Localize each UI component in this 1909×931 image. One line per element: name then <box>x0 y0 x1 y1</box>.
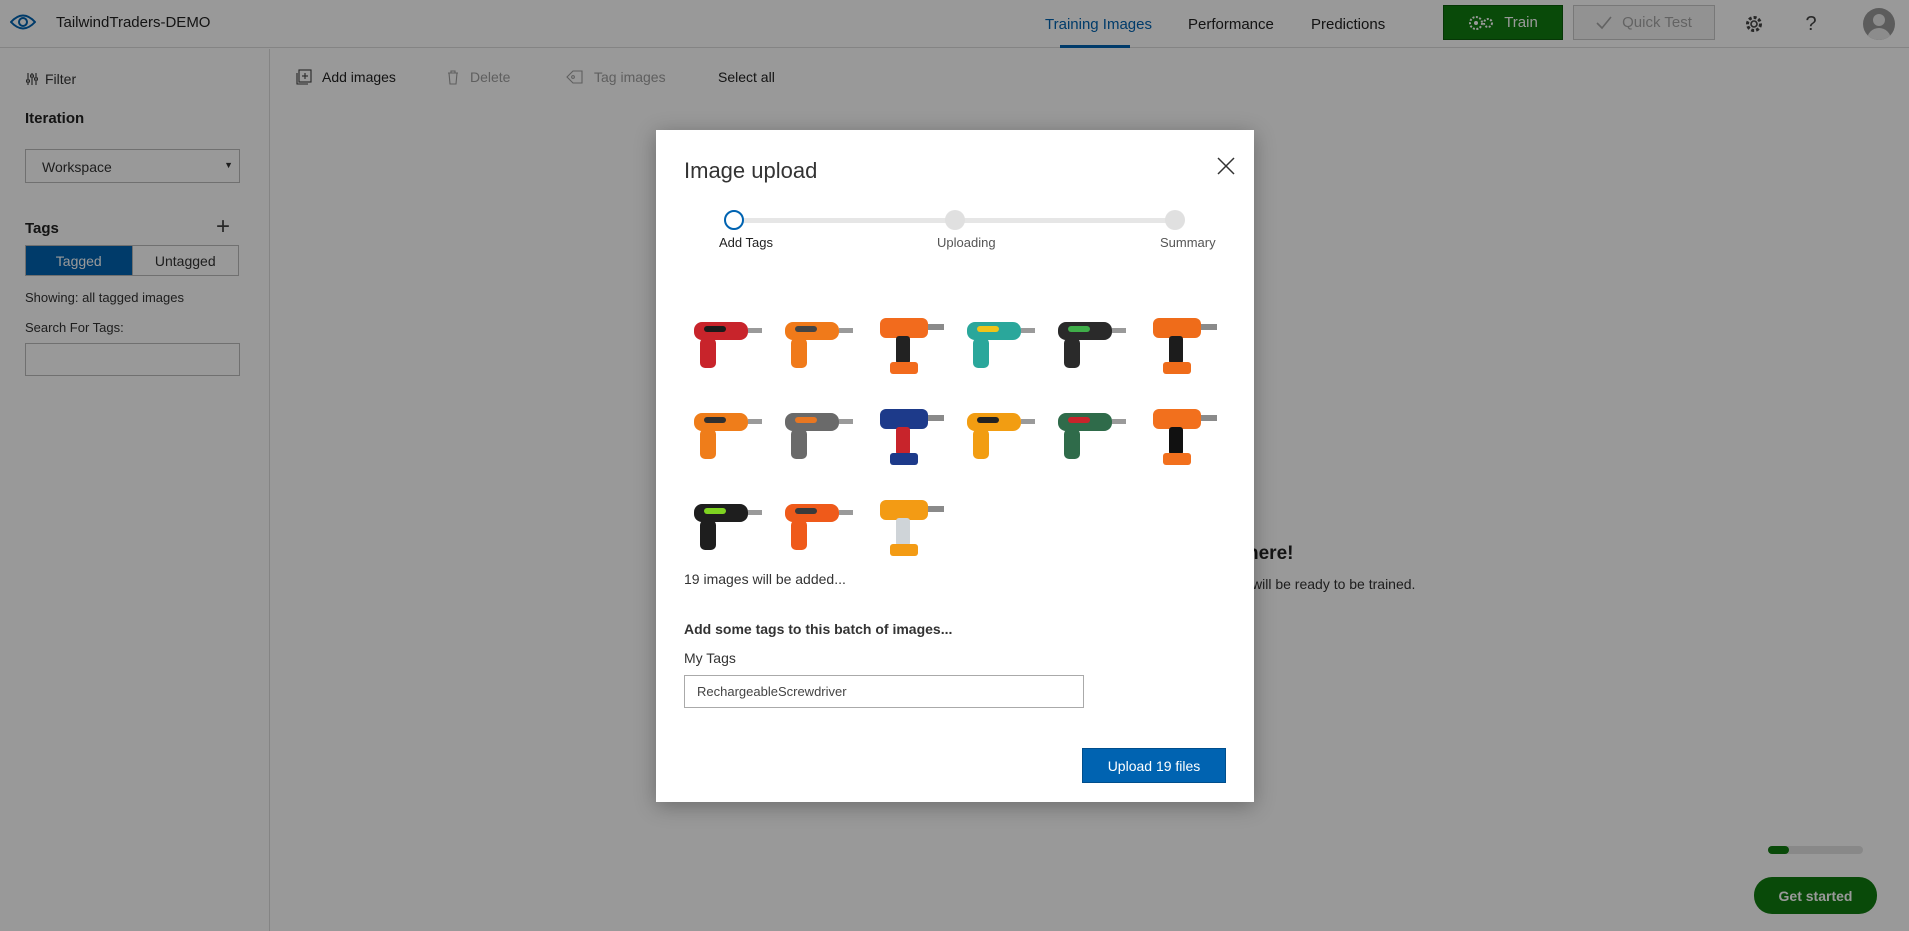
thumbnail-orange-drill-12v <box>866 300 951 384</box>
step-summary-dot <box>1165 210 1185 230</box>
upload-button[interactable]: Upload 19 files <box>1082 748 1226 783</box>
step-add-tags-label: Add Tags <box>719 235 773 250</box>
image-upload-dialog: Image upload Add Tags Uploading Summary … <box>656 130 1254 802</box>
step-summary-label: Summary <box>1160 235 1216 250</box>
step-uploading-dot <box>945 210 965 230</box>
thumbnail-yellow-screwdriver <box>957 391 1042 475</box>
tag-input[interactable] <box>684 675 1084 708</box>
step-uploading-label: Uploading <box>937 235 996 250</box>
my-tags-label: My Tags <box>684 650 736 666</box>
add-tags-prompt: Add some tags to this batch of images... <box>684 621 953 637</box>
thumbnail-grid <box>684 300 1224 566</box>
thumbnail-worx-screwdriver <box>684 391 769 475</box>
thumbnail-orange-screwdriver <box>775 300 860 384</box>
dialog-title: Image upload <box>684 158 818 183</box>
thumbnail-grey-driver <box>775 391 860 475</box>
thumbnail-green-black-drill <box>684 482 769 566</box>
image-count-text: 19 images will be added... <box>684 571 846 587</box>
thumbnail-blue-screwdriver <box>866 391 951 475</box>
thumbnail-orange-inline-driver <box>1139 300 1224 384</box>
thumbnail-orange-pistol-driver <box>1139 391 1224 475</box>
thumbnail-orange-corded-driver <box>866 482 951 566</box>
thumbnail-black-drill-kit <box>1048 300 1133 384</box>
close-icon[interactable] <box>1214 154 1238 178</box>
step-add-tags-dot <box>724 210 744 230</box>
thumbnail-bosch-ixo <box>1048 391 1133 475</box>
thumbnail-orange-large-driver <box>775 482 860 566</box>
thumbnail-red-screwdriver <box>684 300 769 384</box>
thumbnail-teal-screwdriver-kit <box>957 300 1042 384</box>
